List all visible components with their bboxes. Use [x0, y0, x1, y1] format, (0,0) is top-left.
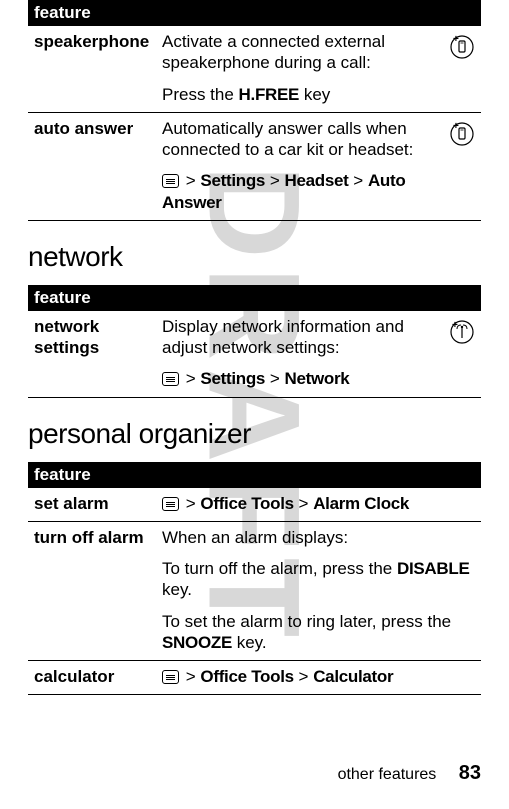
page-footer: other features 83 — [338, 762, 481, 785]
footer-text: other features — [338, 766, 437, 783]
feature-name: calculator — [28, 661, 156, 695]
table-row: speakerphone Activate a connected extern… — [28, 26, 481, 112]
table-header: feature — [28, 0, 481, 26]
section-heading-organizer: personal organizer — [28, 418, 481, 450]
table-header: feature — [28, 462, 481, 488]
features-table-3: feature set alarm > Office Tools > Alarm… — [28, 462, 481, 696]
phone-accessory-icon: + — [449, 121, 475, 147]
key-label: DISABLE — [397, 559, 470, 578]
menu-key-icon — [162, 174, 179, 188]
desc-text: Display network information and adjust n… — [162, 317, 404, 357]
section-heading-network: network — [28, 241, 481, 273]
page-number: 83 — [459, 762, 481, 784]
table-row: turn off alarm When an alarm displays: T… — [28, 521, 481, 660]
feature-name: network settings — [28, 311, 156, 397]
menu-path: > Settings > Headset > Auto Answer — [162, 170, 437, 213]
phone-accessory-icon: + — [449, 34, 475, 60]
menu-path: > Settings > Network — [162, 368, 437, 389]
svg-text:+: + — [452, 320, 458, 331]
desc-text: Activate a connected external speakerpho… — [162, 32, 385, 72]
key-label: H.FREE — [239, 85, 300, 104]
antenna-icon: + — [449, 319, 475, 345]
feature-name: auto answer — [28, 112, 156, 220]
table-row: calculator > Office Tools > Calculator — [28, 661, 481, 695]
key-label: SNOOZE — [162, 633, 232, 652]
feature-icon-cell: + — [443, 311, 481, 397]
features-table-2: feature network settings Display network… — [28, 285, 481, 398]
menu-key-icon — [162, 372, 179, 386]
desc-action: Press the H.FREE key — [162, 84, 437, 105]
svg-text:+: + — [453, 121, 459, 132]
page-content: feature speakerphone Activate a connecte… — [0, 0, 509, 695]
desc-text: When an alarm displays: — [162, 528, 348, 547]
table-row: set alarm > Office Tools > Alarm Clock — [28, 488, 481, 522]
desc-action: To turn off the alarm, press the DISABLE… — [162, 558, 475, 601]
desc-action: To set the alarm to ring later, press th… — [162, 611, 475, 654]
feature-desc: Display network information and adjust n… — [156, 311, 443, 397]
feature-name: set alarm — [28, 488, 156, 522]
menu-path: > Office Tools > Calculator — [156, 661, 481, 695]
menu-key-icon — [162, 497, 179, 511]
table-row: auto answer Automatically answer calls w… — [28, 112, 481, 220]
menu-path: > Office Tools > Alarm Clock — [156, 488, 481, 522]
svg-text:+: + — [453, 34, 459, 45]
feature-icon-cell: + — [443, 26, 481, 112]
feature-desc: Automatically answer calls when connecte… — [156, 112, 443, 220]
features-table-1: feature speakerphone Activate a connecte… — [28, 0, 481, 221]
menu-key-icon — [162, 670, 179, 684]
table-header: feature — [28, 285, 481, 311]
feature-icon-cell: + — [443, 112, 481, 220]
table-row: network settings Display network informa… — [28, 311, 481, 397]
feature-name: speakerphone — [28, 26, 156, 112]
feature-name: turn off alarm — [28, 521, 156, 660]
desc-text: Automatically answer calls when connecte… — [162, 119, 413, 159]
feature-desc: Activate a connected external speakerpho… — [156, 26, 443, 112]
feature-desc: When an alarm displays: To turn off the … — [156, 521, 481, 660]
